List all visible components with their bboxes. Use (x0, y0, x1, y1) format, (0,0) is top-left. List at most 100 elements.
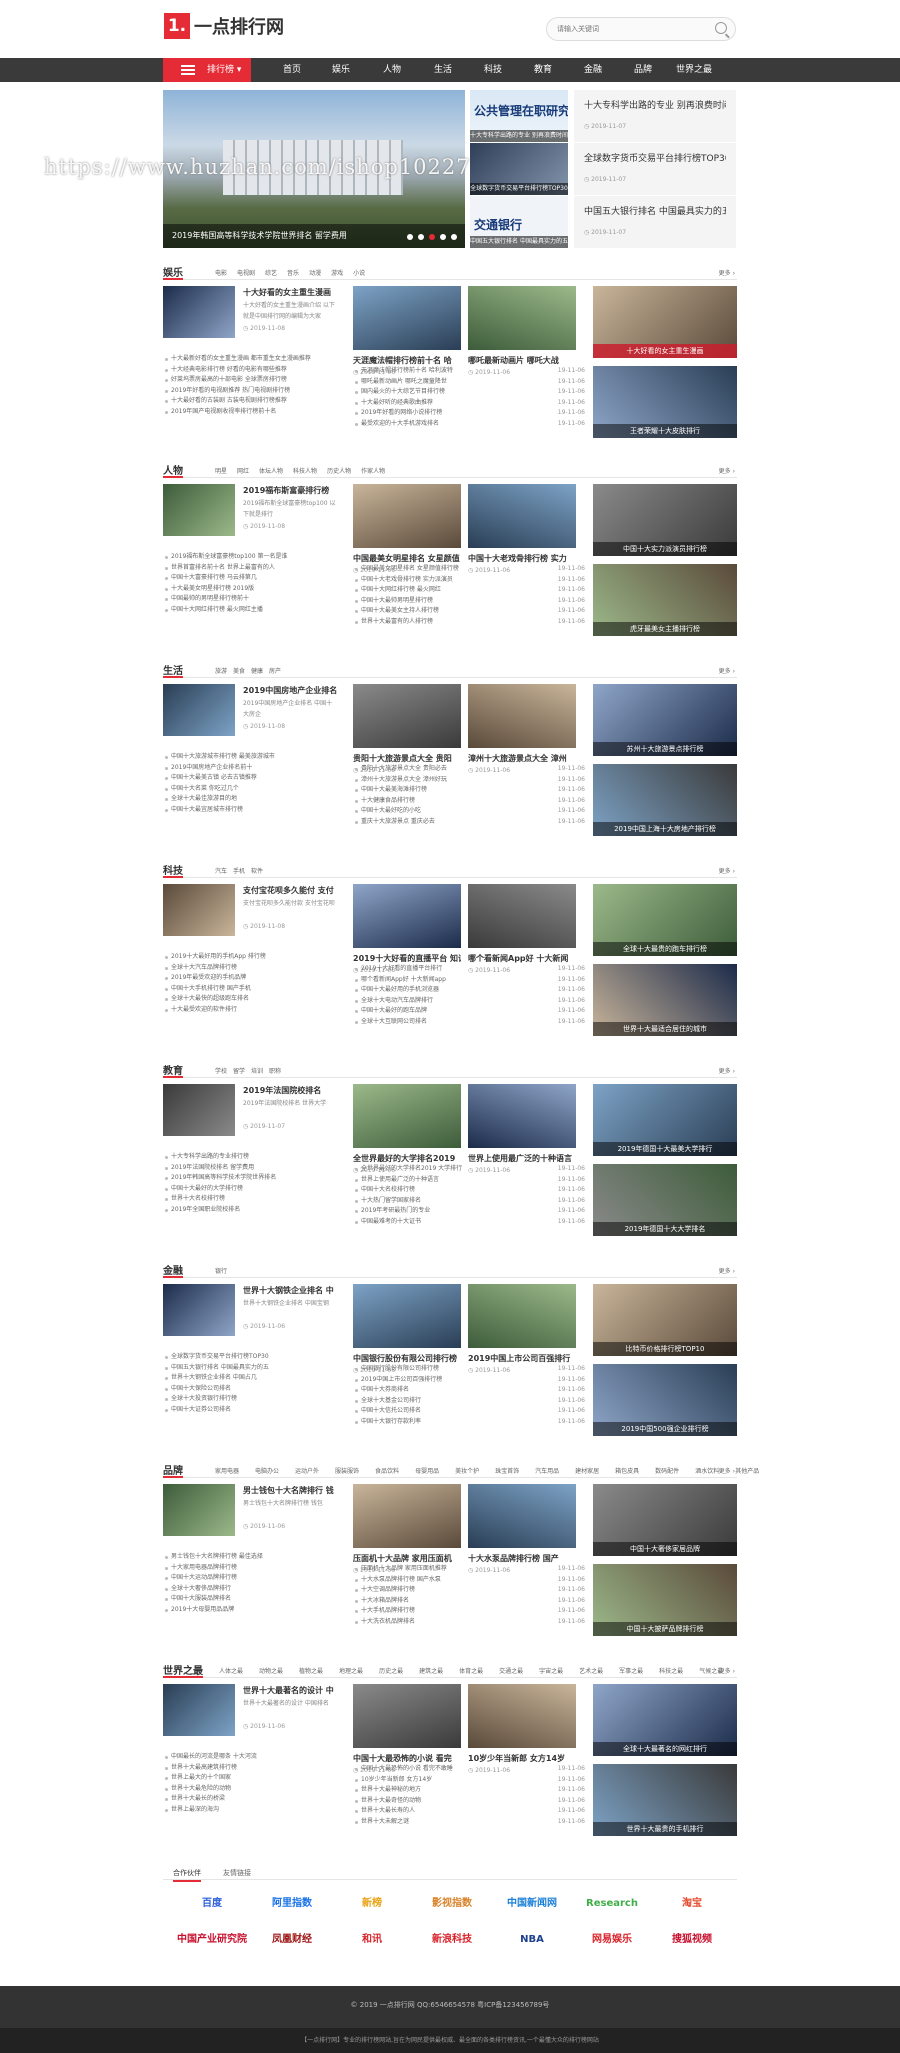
partner-logo[interactable]: 百度 (175, 1892, 249, 1916)
more-link[interactable]: 更多 › (719, 1466, 735, 1475)
list-item[interactable]: 世界上最大的十个国家 (163, 1773, 338, 1784)
list-item[interactable]: 好莱坞票房最高的十部电影 全球票房排行榜 (163, 375, 338, 386)
more-link[interactable]: 更多 › (719, 866, 735, 875)
list-item[interactable]: 世界上使用最广泛的十种语言 19-11-06 (353, 1174, 585, 1185)
right-image-card[interactable]: 世界十大最贵的手机排行 (593, 1764, 737, 1836)
partner-logo[interactable]: Research (575, 1892, 649, 1916)
right-image-card[interactable]: 中国十大披萨品牌排行榜 (593, 1564, 737, 1636)
list-item[interactable]: 十大最新好看的女主重生漫画 都市重生女主漫画推荐 (163, 354, 338, 365)
section-tab[interactable]: 艺术之最 (579, 1666, 603, 1675)
list-item[interactable]: 哪吒最新动画片 哪吒之魔童降世 19-11-06 (353, 376, 585, 387)
list-item[interactable]: 压面机十大品牌 家用压面机推荐 19-11-06 (353, 1564, 585, 1575)
list-item[interactable]: 十大空调品牌排行榜 19-11-06 (353, 1585, 585, 1596)
section-tab[interactable]: 体育之最 (459, 1666, 483, 1675)
section-tab[interactable]: 科技之最 (659, 1666, 683, 1675)
list-item[interactable]: 十大健康食品排行榜 19-11-06 (353, 795, 585, 806)
partner-logo[interactable]: 网易娱乐 (575, 1928, 649, 1952)
list-item[interactable]: 中国最美女明星排名 女星颜值排行榜 19-11-06 (353, 564, 585, 575)
list-item[interactable]: 全球十大奢侈品牌排行 (163, 1584, 338, 1595)
slider-dot-active[interactable] (429, 234, 435, 240)
list-item[interactable]: 世界十大最奇怪的动物 19-11-06 (353, 1795, 585, 1806)
section-tab[interactable]: 运动户外 (295, 1466, 319, 1475)
lead-article[interactable]: 男士钱包十大名牌排行 钱 男士钱包十大名牌排行榜 钱包 ◷ 2019-11-06 (163, 1484, 338, 1544)
list-item[interactable]: 中国十大最好吃的小吃 19-11-06 (353, 806, 585, 817)
list-item[interactable]: 中国十大服装品牌排名 (163, 1594, 338, 1605)
section-title[interactable]: 金融 (163, 1262, 183, 1278)
section-tab[interactable]: 服装服饰 (335, 1466, 359, 1475)
list-item[interactable]: 全球十大汽车品牌排行榜 (163, 963, 338, 974)
section-tab[interactable]: 电脑办公 (255, 1466, 279, 1475)
section-tab[interactable]: 建筑之最 (419, 1666, 443, 1675)
section-tab[interactable]: 留学 (233, 1066, 245, 1075)
section-tab[interactable]: 汽车用品 (535, 1466, 559, 1475)
list-item[interactable]: 中国十大最恐怖的小说 看完不敢睡 19-11-06 (353, 1764, 585, 1775)
list-item[interactable]: 中国十大银行存款利率 19-11-06 (353, 1416, 585, 1427)
card-article[interactable]: 10岁少年当新郎 女方14岁 ◷ 2019-11-06 (468, 1684, 576, 1774)
list-item[interactable]: 全球十大基金公司排行 19-11-06 (353, 1395, 585, 1406)
slider-dot[interactable] (451, 234, 457, 240)
section-tab[interactable]: 小说 (353, 268, 365, 277)
list-item[interactable]: 中国十大信托公司排名 19-11-06 (353, 1406, 585, 1417)
section-tab[interactable]: 游戏 (331, 268, 343, 277)
section-tab[interactable]: 家用电器 (215, 1466, 239, 1475)
nav-item[interactable]: 娱乐 (332, 58, 350, 82)
section-tab[interactable]: 宇宙之最 (539, 1666, 563, 1675)
card-article[interactable]: 全世界最好的大学排名2019 ◷ 2019-11-06 (353, 1084, 461, 1174)
card-article[interactable]: 中国十大最恐怖的小说 看完 ◷ 2019-11-06 (353, 1684, 461, 1774)
list-item[interactable]: 最受欢迎的十大手机游戏排名 19-11-06 (353, 418, 585, 429)
lead-article[interactable]: 世界十大最著名的设计 中 世界十大最著名的设计 中国排名 ◷ 2019-11-0… (163, 1684, 338, 1744)
right-image-card[interactable]: 全球十大最贵的跑车排行榜 (593, 884, 737, 956)
lead-article[interactable]: 2019中国房地产企业排名 2019中国房地产企业排名 中国十大房企 ◷ 201… (163, 684, 338, 744)
card-article[interactable]: 中国银行股份有限公司排行榜 ◷ 2019-11-06 (353, 1284, 461, 1374)
list-item[interactable]: 国内最火的十大综艺节目排行榜 19-11-06 (353, 387, 585, 398)
partner-logo[interactable]: 和讯 (335, 1928, 409, 1952)
section-title[interactable]: 科技 (163, 862, 183, 878)
list-item[interactable]: 全球十大电动汽车品牌排行 19-11-06 (353, 995, 585, 1006)
list-item[interactable]: 哪个看新闻App好 十大新闻app 19-11-06 (353, 974, 585, 985)
section-tab[interactable]: 职称 (269, 1066, 281, 1075)
list-item[interactable]: 世界十大钢铁企业排名 中国占几 (163, 1373, 338, 1384)
nav-item[interactable]: 科技 (484, 58, 502, 82)
partner-logo[interactable]: 搜狐视频 (655, 1928, 729, 1952)
section-tab[interactable]: 健康 (251, 666, 263, 675)
right-image-card[interactable]: 比特币价格排行榜TOP10 (593, 1284, 737, 1356)
list-item[interactable]: 全球十大投资银行排行榜 (163, 1394, 338, 1405)
category-menu-button[interactable]: 排行榜 ▾ (163, 58, 251, 82)
section-tab[interactable]: 箱包皮具 (615, 1466, 639, 1475)
section-title[interactable]: 品牌 (163, 1462, 183, 1478)
section-tab[interactable]: 学校 (215, 1066, 227, 1075)
list-item[interactable]: 全球十大最快的超级跑车排名 (163, 994, 338, 1005)
list-item[interactable]: 中国十大最好的大学排行榜 (163, 1184, 338, 1195)
section-tab[interactable]: 银行 (215, 1266, 227, 1275)
list-item[interactable]: 中国十大手机排行榜 国产手机 (163, 984, 338, 995)
section-tab[interactable]: 网红 (237, 466, 249, 475)
section-tab[interactable]: 电影 (215, 268, 227, 277)
card-article[interactable]: 漳州十大旅游景点大全 漳州 ◷ 2019-11-06 (468, 684, 576, 774)
list-item[interactable]: 2019年考研最热门的专业 19-11-06 (353, 1206, 585, 1217)
search-icon[interactable] (715, 22, 727, 34)
more-link[interactable]: 更多 › (719, 1266, 735, 1275)
list-item[interactable]: 中国十大最美古镇 必去古镇推荐 (163, 773, 338, 784)
list-item[interactable]: 2019福布斯全球富豪榜top100 第一名是谁 (163, 552, 338, 563)
more-link[interactable]: 更多 › (719, 268, 735, 277)
list-item[interactable]: 2019十大母婴用品品牌 (163, 1605, 338, 1616)
tab-friend-links[interactable]: 友情链接 (223, 1868, 251, 1878)
section-tab[interactable]: 动漫 (309, 268, 321, 277)
lead-article[interactable]: 2019年法国院校排名 2019年法国院校排名 世界大学 ◷ 2019-11-0… (163, 1084, 338, 1144)
card-article[interactable]: 天涯魔法帽排行榜前十名 哈 ◷ 2019-11-06 (353, 286, 461, 376)
section-tab[interactable]: 历史人物 (327, 466, 351, 475)
list-item[interactable]: 中国十大名校排行榜 19-11-06 (353, 1185, 585, 1196)
more-link[interactable]: 更多 › (719, 666, 735, 675)
section-tab[interactable]: 酒水饮料 (695, 1466, 719, 1475)
list-item[interactable]: 2019年国产电视剧收视率排行榜前十名 (163, 407, 338, 418)
section-tab[interactable]: 旅游 (215, 666, 227, 675)
section-tab[interactable]: 作家人物 (361, 466, 385, 475)
list-item[interactable]: 2019年法国院校排名 留学费用 (163, 1163, 338, 1174)
list-item[interactable]: 10岁少年当新郎 女方14岁 19-11-06 (353, 1774, 585, 1785)
card-article[interactable]: 中国最美女明星排名 女星颜值 ◷ 2019-11-06 (353, 484, 461, 574)
card-article[interactable]: 世界上使用最广泛的十种语言 ◷ 2019-11-06 (468, 1084, 576, 1174)
partner-logo[interactable]: 新榜 (335, 1892, 409, 1916)
section-tab[interactable]: 美妆个护 (455, 1466, 479, 1475)
card-article[interactable]: 2019十大好看的直播平台 知识 ◷ 2019-11-06 (353, 884, 461, 974)
list-item[interactable]: 十大水泵品牌排行榜 国产水泵 19-11-06 (353, 1574, 585, 1585)
